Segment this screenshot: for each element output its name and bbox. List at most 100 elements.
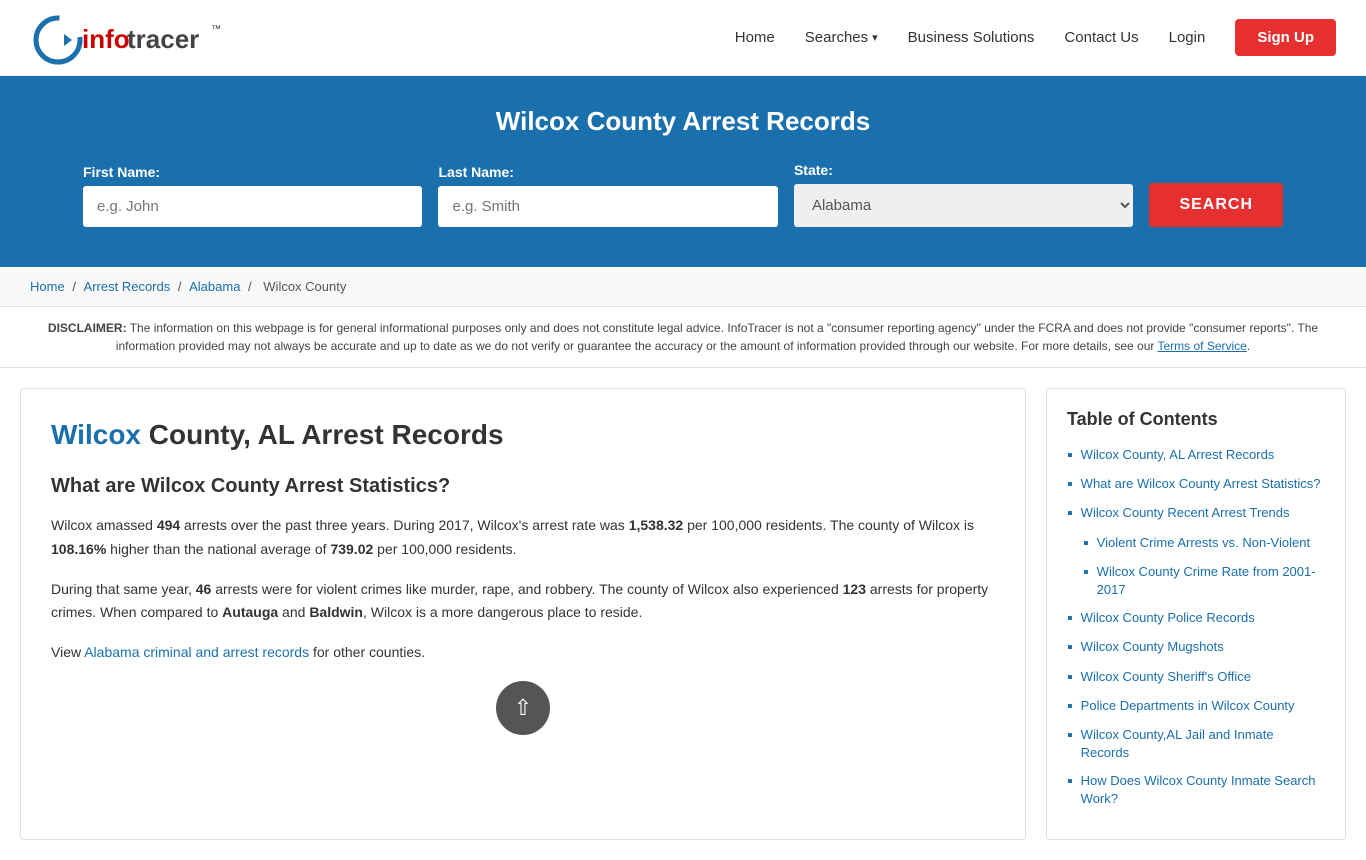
p2-city1: Autauga [222, 604, 278, 620]
article-main-title: Wilcox County, AL Arrest Records [51, 419, 995, 451]
p1-mid1: arrests over the past three years. Durin… [180, 517, 629, 533]
breadcrumb-alabama[interactable]: Alabama [189, 279, 240, 294]
article-paragraph1: Wilcox amassed 494 arrests over the past… [51, 514, 995, 562]
sidebar: Table of Contents ▪ Wilcox County, AL Ar… [1046, 388, 1346, 840]
breadcrumb-sep2: / [178, 279, 185, 294]
p3-link[interactable]: Alabama criminal and arrest records [84, 644, 309, 660]
svg-text:info: info [82, 24, 130, 54]
p2-property: 123 [843, 581, 866, 597]
article-title-highlight: Wilcox [51, 419, 141, 450]
first-name-group: First Name: [83, 164, 422, 227]
last-name-label: Last Name: [438, 164, 777, 180]
toc-item-1: ▪ What are Wilcox County Arrest Statisti… [1067, 475, 1325, 494]
toc-link-0[interactable]: Wilcox County, AL Arrest Records [1081, 446, 1275, 464]
last-name-input[interactable] [438, 186, 777, 227]
p1-national: 739.02 [330, 541, 373, 557]
toc-list: ▪ Wilcox County, AL Arrest Records ▪ Wha… [1067, 446, 1325, 809]
login-button[interactable]: Login [1169, 29, 1206, 46]
toc-item-9: ▪ Wilcox County,AL Jail and Inmate Recor… [1067, 726, 1325, 762]
nav-searches-link[interactable]: Searches [805, 29, 868, 46]
nav-contact-us[interactable]: Contact Us [1064, 29, 1138, 46]
toc-link-3[interactable]: Violent Crime Arrests vs. Non-Violent [1097, 534, 1310, 552]
p1-rate: 1,538.32 [629, 517, 684, 533]
disclaimer-text: The information on this webpage is for g… [116, 321, 1318, 353]
toc-bullet-3: ▪ [1083, 534, 1089, 553]
header: info tracer ™ Home Searches ▾ Business S… [0, 0, 1366, 76]
toc-link-10[interactable]: How Does Wilcox County Inmate Search Wor… [1081, 772, 1325, 808]
toc-link-4[interactable]: Wilcox County Crime Rate from 2001-2017 [1097, 563, 1325, 599]
breadcrumb: Home / Arrest Records / Alabama / Wilcox… [0, 267, 1366, 307]
breadcrumb-arrest-records[interactable]: Arrest Records [84, 279, 171, 294]
toc-link-6[interactable]: Wilcox County Mugshots [1081, 638, 1224, 656]
toc-link-1[interactable]: What are Wilcox County Arrest Statistics… [1081, 475, 1321, 493]
first-name-input[interactable] [83, 186, 422, 227]
p2-mid3: and [278, 604, 309, 620]
search-button[interactable]: SEARCH [1149, 183, 1283, 227]
search-form: First Name: Last Name: State: Alabama Al… [83, 162, 1283, 227]
toc-link-7[interactable]: Wilcox County Sheriff's Office [1081, 668, 1251, 686]
p2-mid: arrests were for violent crimes like mur… [211, 581, 842, 597]
disclaimer-bar: DISCLAIMER: The information on this webp… [0, 307, 1366, 368]
svg-text:tracer: tracer [127, 24, 199, 54]
article-paragraph2: During that same year, 46 arrests were f… [51, 578, 995, 626]
toc-link-8[interactable]: Police Departments in Wilcox County [1081, 697, 1295, 715]
article-title-rest: County, AL Arrest Records [141, 419, 504, 450]
toc-bullet-6: ▪ [1067, 638, 1073, 657]
p3-pre: View [51, 644, 84, 660]
toc-item-5: ▪ Wilcox County Police Records [1067, 609, 1325, 628]
tos-link[interactable]: Terms of Service [1158, 339, 1247, 353]
toc-item-4: ▪ Wilcox County Crime Rate from 2001-201… [1083, 563, 1325, 599]
last-name-group: Last Name: [438, 164, 777, 227]
toc-link-5[interactable]: Wilcox County Police Records [1081, 609, 1255, 627]
searches-chevron-icon: ▾ [872, 31, 878, 44]
toc-bullet-2: ▪ [1067, 504, 1073, 523]
content-area: Wilcox County, AL Arrest Records What ar… [0, 368, 1366, 860]
toc-bullet-1: ▪ [1067, 475, 1073, 494]
p1-pre: Wilcox amassed [51, 517, 157, 533]
hero-section: Wilcox County Arrest Records First Name:… [0, 76, 1366, 267]
toc-bullet-4: ▪ [1083, 563, 1089, 582]
toc-bullet-0: ▪ [1067, 446, 1073, 465]
state-select[interactable]: Alabama AlaskaArizonaArkansas California… [794, 184, 1133, 227]
p1-end: per 100,000 residents. [373, 541, 516, 557]
toc-link-9[interactable]: Wilcox County,AL Jail and Inmate Records [1081, 726, 1325, 762]
first-name-label: First Name: [83, 164, 422, 180]
state-group: State: Alabama AlaskaArizonaArkansas Cal… [794, 162, 1133, 227]
breadcrumb-wilcox-county: Wilcox County [263, 279, 346, 294]
toc-bullet-10: ▪ [1067, 772, 1073, 791]
breadcrumb-home[interactable]: Home [30, 279, 65, 294]
p2-pre: During that same year, [51, 581, 196, 597]
toc-bullet-9: ▪ [1067, 726, 1073, 745]
signup-button[interactable]: Sign Up [1235, 19, 1336, 56]
toc-title: Table of Contents [1067, 409, 1325, 430]
nav-home[interactable]: Home [735, 29, 775, 46]
toc-item-3: ▪ Violent Crime Arrests vs. Non-Violent [1083, 534, 1325, 553]
article-section1-title: What are Wilcox County Arrest Statistics… [51, 475, 995, 498]
nav-business-solutions[interactable]: Business Solutions [908, 29, 1035, 46]
logo[interactable]: info tracer ™ [30, 10, 230, 65]
toc-bullet-8: ▪ [1067, 697, 1073, 716]
toc-item-8: ▪ Police Departments in Wilcox County [1067, 697, 1325, 716]
p1-mid2: per 100,000 residents. The county of Wil… [683, 517, 974, 533]
breadcrumb-sep3: / [248, 279, 255, 294]
p1-arrests: 494 [157, 517, 180, 533]
article-paragraph3: View Alabama criminal and arrest records… [51, 641, 995, 665]
toc-bullet-7: ▪ [1067, 668, 1073, 687]
toc-item-7: ▪ Wilcox County Sheriff's Office [1067, 668, 1325, 687]
breadcrumb-sep1: / [72, 279, 79, 294]
scroll-top-button[interactable]: ⇧ [496, 681, 550, 735]
nav-searches-dropdown[interactable]: Searches ▾ [805, 29, 878, 46]
disclaimer-period: . [1247, 339, 1250, 353]
p2-end: , Wilcox is a more dangerous place to re… [363, 604, 642, 620]
hero-title: Wilcox County Arrest Records [40, 106, 1326, 137]
p3-end: for other counties. [309, 644, 425, 660]
state-label: State: [794, 162, 1133, 178]
disclaimer-label: DISCLAIMER: [48, 321, 127, 335]
toc-item-10: ▪ How Does Wilcox County Inmate Search W… [1067, 772, 1325, 808]
scroll-top-area: ⇧ [51, 681, 995, 735]
toc-link-2[interactable]: Wilcox County Recent Arrest Trends [1081, 504, 1290, 522]
toc-item-0: ▪ Wilcox County, AL Arrest Records [1067, 446, 1325, 465]
toc-item-2: ▪ Wilcox County Recent Arrest Trends [1067, 504, 1325, 523]
p2-violent: 46 [196, 581, 212, 597]
p2-city2: Baldwin [309, 604, 363, 620]
